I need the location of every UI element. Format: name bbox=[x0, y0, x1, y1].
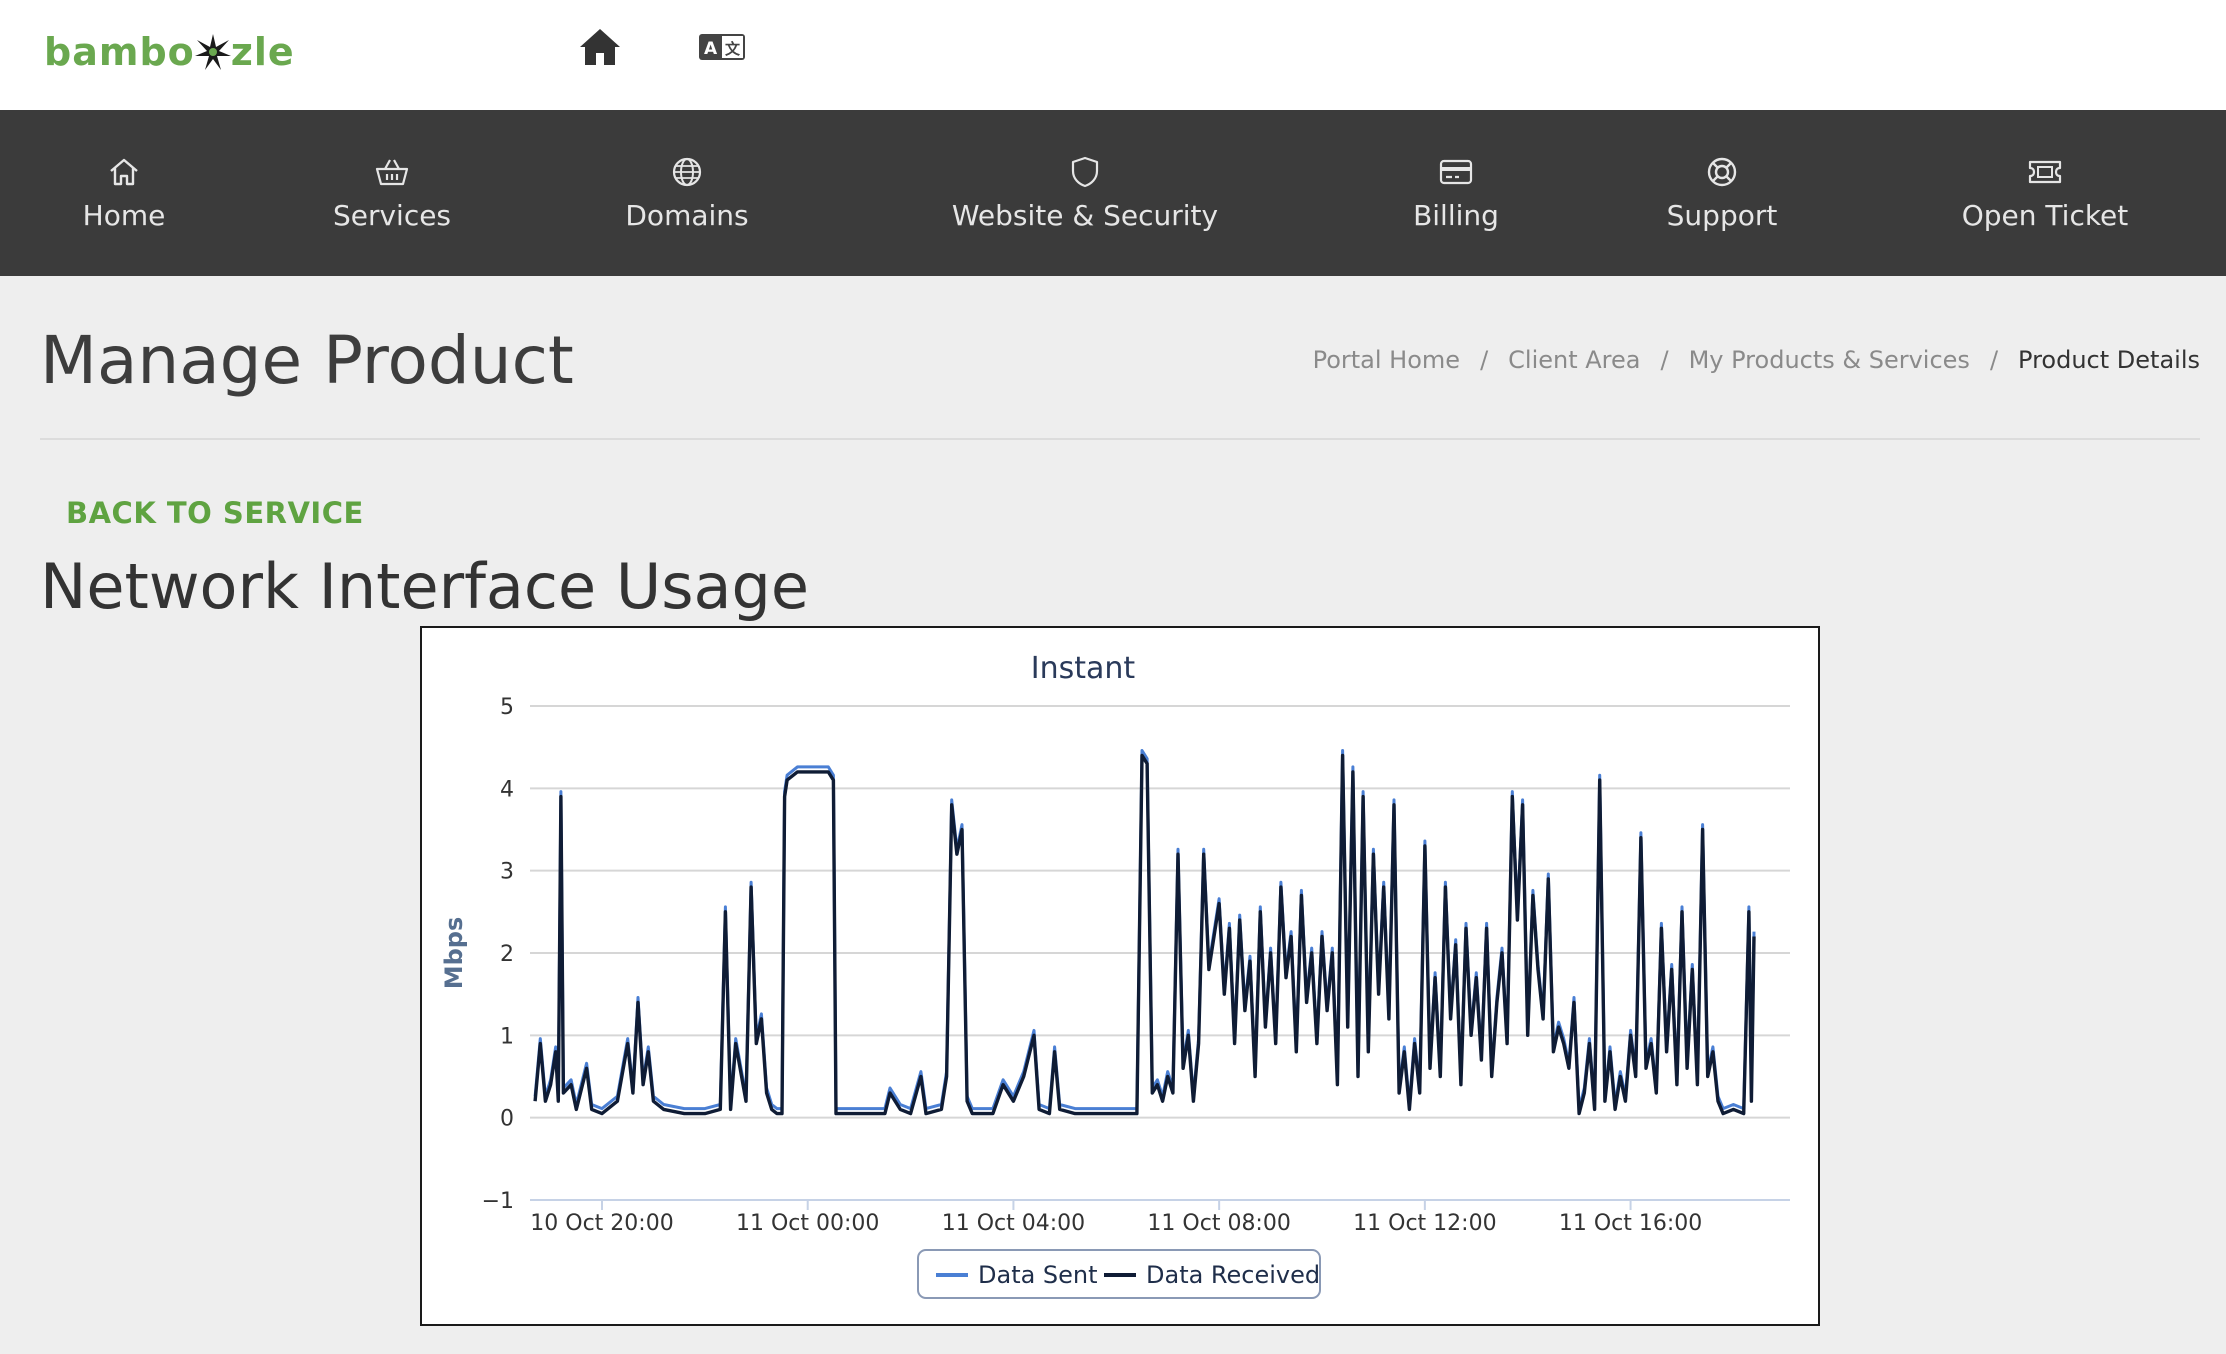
nav-label-open-ticket: Open Ticket bbox=[1961, 198, 2129, 232]
lifebuoy-icon bbox=[1705, 155, 1739, 189]
logo-text-left: bambo bbox=[44, 30, 195, 74]
nav-item-website-security[interactable]: Website & Security bbox=[950, 110, 1220, 276]
x-tick-label: 11 Oct 00:00 bbox=[736, 1211, 879, 1236]
nav-label-support: Support bbox=[1666, 198, 1778, 232]
chart-title: Instant bbox=[1031, 651, 1136, 686]
chart-series bbox=[533, 749, 1756, 1116]
nav-label-billing: Billing bbox=[1413, 198, 1499, 232]
basket-icon bbox=[375, 155, 409, 189]
breadcrumb-separator: / bbox=[1480, 346, 1489, 374]
logo-text-right: zle bbox=[230, 30, 295, 74]
chart-x-ticks: 10 Oct 20:00 11 Oct 00:00 11 Oct 04:00 11 O… bbox=[530, 1200, 1702, 1236]
nav-item-billing[interactable]: Billing bbox=[1406, 110, 1506, 276]
main-nav: Home Services Domains Website & Security… bbox=[0, 110, 2226, 276]
series-line-data-received bbox=[533, 753, 1756, 1116]
chart-svg: 5 4 3 2 1 0 −1 10 Oct 20:00 11 Oct 00:00 11 Oct … bbox=[440, 651, 1790, 1299]
svg-text:A: A bbox=[704, 39, 718, 59]
breadcrumb-my-products[interactable]: My Products & Services bbox=[1689, 346, 1970, 374]
breadcrumb-portal-home[interactable]: Portal Home bbox=[1313, 346, 1460, 374]
header-divider bbox=[40, 438, 2200, 440]
nav-item-home[interactable]: Home bbox=[64, 110, 184, 276]
nav-label-home: Home bbox=[82, 198, 166, 232]
nav-label-domains: Domains bbox=[625, 198, 749, 232]
nav-label-services: Services bbox=[332, 198, 452, 232]
y-tick-label: 5 bbox=[500, 695, 514, 720]
chart-legend: Data Sent Data Received bbox=[917, 1249, 1321, 1299]
section-title: Network Interface Usage bbox=[40, 550, 810, 623]
chart-y-ticks: 5 4 3 2 1 0 −1 bbox=[482, 695, 514, 1214]
shield-icon bbox=[1068, 155, 1102, 189]
nav-item-domains[interactable]: Domains bbox=[612, 110, 762, 276]
breadcrumb-client-area[interactable]: Client Area bbox=[1508, 346, 1640, 374]
nav-item-services[interactable]: Services bbox=[320, 110, 464, 276]
y-tick-label: 1 bbox=[500, 1024, 514, 1049]
y-tick-label: −1 bbox=[482, 1189, 514, 1214]
y-tick-label: 2 bbox=[500, 942, 514, 967]
x-tick-label: 11 Oct 08:00 bbox=[1147, 1211, 1290, 1236]
translate-icon[interactable]: A 文 bbox=[696, 24, 748, 70]
legend-label-data-sent: Data Sent bbox=[978, 1261, 1098, 1289]
nav-item-open-ticket[interactable]: Open Ticket bbox=[1960, 110, 2130, 276]
globe-icon bbox=[670, 155, 704, 189]
breadcrumb: Portal Home / Client Area / My Products … bbox=[1313, 346, 2200, 374]
brand-logo[interactable]: bambo zle bbox=[44, 22, 295, 82]
home-outline-icon bbox=[107, 155, 141, 189]
x-tick-label: 11 Oct 04:00 bbox=[942, 1211, 1085, 1236]
ticket-icon bbox=[2028, 155, 2062, 189]
back-to-service-link[interactable]: BACK TO SERVICE bbox=[66, 496, 364, 530]
legend-label-data-received: Data Received bbox=[1146, 1261, 1320, 1289]
nav-item-support[interactable]: Support bbox=[1662, 110, 1782, 276]
network-usage-chart: 5 4 3 2 1 0 −1 10 Oct 20:00 11 Oct 00:00 11 Oct … bbox=[420, 626, 1820, 1326]
credit-card-icon bbox=[1439, 155, 1473, 189]
x-tick-label: 11 Oct 12:00 bbox=[1353, 1211, 1496, 1236]
nav-label-website-security: Website & Security bbox=[951, 198, 1219, 232]
y-tick-label: 0 bbox=[500, 1107, 514, 1132]
breadcrumb-separator: / bbox=[1660, 346, 1669, 374]
x-tick-label: 11 Oct 16:00 bbox=[1559, 1211, 1702, 1236]
home-icon[interactable] bbox=[574, 24, 626, 70]
chart-y-axis-label: Mbps bbox=[440, 917, 468, 990]
breadcrumb-product-details: Product Details bbox=[2018, 346, 2200, 374]
page-title: Manage Product bbox=[40, 322, 574, 399]
breadcrumb-separator: / bbox=[1989, 346, 1999, 374]
top-bar: bambo zle A 文 bbox=[0, 0, 2226, 110]
y-tick-label: 3 bbox=[500, 860, 514, 885]
logo-star-icon bbox=[194, 34, 231, 70]
x-tick-label: 10 Oct 20:00 bbox=[530, 1211, 673, 1236]
y-tick-label: 4 bbox=[500, 777, 514, 802]
svg-text:文: 文 bbox=[725, 40, 741, 58]
